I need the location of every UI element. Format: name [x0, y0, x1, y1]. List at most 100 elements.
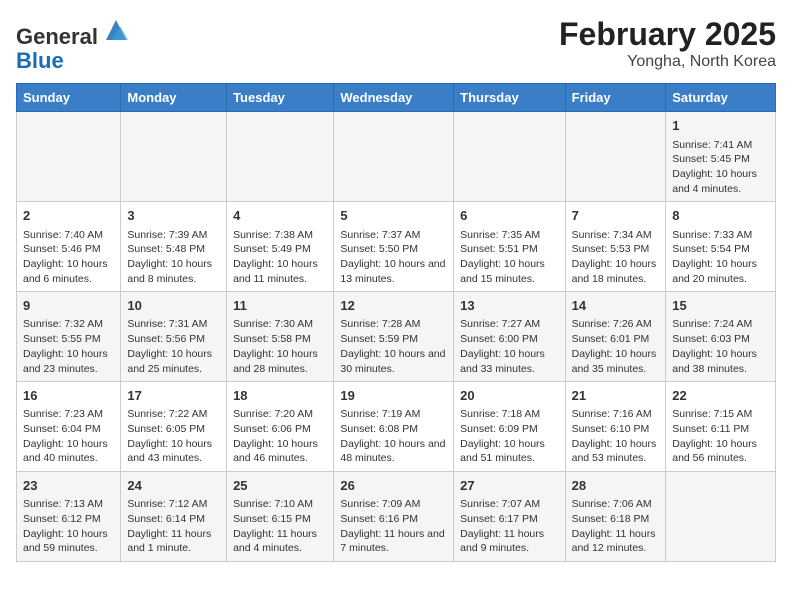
day-info: Sunrise: 7:20 AM Sunset: 6:06 PM Dayligh… — [233, 407, 327, 466]
day-number: 28 — [572, 477, 660, 495]
day-info: Sunrise: 7:30 AM Sunset: 5:58 PM Dayligh… — [233, 317, 327, 376]
week-row-1: 1 Sunrise: 7:41 AM Sunset: 5:45 PM Daylig… — [17, 112, 776, 202]
header-row: SundayMondayTuesdayWednesdayThursdayFrid… — [17, 84, 776, 112]
day-number: 2 — [23, 207, 114, 225]
page-header: General Blue February 2025 Yongha, North… — [16, 16, 776, 73]
header-wednesday: Wednesday — [334, 84, 454, 112]
title-area: February 2025 Yongha, North Korea — [559, 16, 776, 71]
calendar-cell: 2 Sunrise: 7:40 AM Sunset: 5:46 PM Daylig… — [17, 202, 121, 292]
calendar-cell: 6 Sunrise: 7:35 AM Sunset: 5:51 PM Daylig… — [454, 202, 565, 292]
day-info: Sunrise: 7:31 AM Sunset: 5:56 PM Dayligh… — [127, 317, 220, 376]
day-number: 22 — [672, 387, 769, 405]
calendar-cell: 19 Sunrise: 7:19 AM Sunset: 6:08 PM Dayli… — [334, 382, 454, 472]
day-number: 16 — [23, 387, 114, 405]
day-number: 8 — [672, 207, 769, 225]
day-info: Sunrise: 7:23 AM Sunset: 6:04 PM Dayligh… — [23, 407, 114, 466]
day-info: Sunrise: 7:07 AM Sunset: 6:17 PM Dayligh… — [460, 497, 558, 556]
calendar-cell: 13 Sunrise: 7:27 AM Sunset: 6:00 PM Dayli… — [454, 292, 565, 382]
calendar-cell: 18 Sunrise: 7:20 AM Sunset: 6:06 PM Dayli… — [227, 382, 334, 472]
calendar-cell: 22 Sunrise: 7:15 AM Sunset: 6:11 PM Dayli… — [666, 382, 776, 472]
calendar-table: SundayMondayTuesdayWednesdayThursdayFrid… — [16, 83, 776, 562]
calendar-cell: 25 Sunrise: 7:10 AM Sunset: 6:15 PM Dayli… — [227, 472, 334, 562]
calendar-cell: 23 Sunrise: 7:13 AM Sunset: 6:12 PM Dayli… — [17, 472, 121, 562]
day-info: Sunrise: 7:26 AM Sunset: 6:01 PM Dayligh… — [572, 317, 660, 376]
day-number: 19 — [340, 387, 447, 405]
calendar-cell — [565, 112, 666, 202]
calendar-cell: 27 Sunrise: 7:07 AM Sunset: 6:17 PM Dayli… — [454, 472, 565, 562]
calendar-cell: 10 Sunrise: 7:31 AM Sunset: 5:56 PM Dayli… — [121, 292, 227, 382]
day-number: 5 — [340, 207, 447, 225]
calendar-cell: 7 Sunrise: 7:34 AM Sunset: 5:53 PM Daylig… — [565, 202, 666, 292]
header-tuesday: Tuesday — [227, 84, 334, 112]
day-number: 3 — [127, 207, 220, 225]
calendar-cell: 17 Sunrise: 7:22 AM Sunset: 6:05 PM Dayli… — [121, 382, 227, 472]
day-number: 1 — [672, 117, 769, 135]
logo: General Blue — [16, 16, 130, 73]
calendar-cell: 5 Sunrise: 7:37 AM Sunset: 5:50 PM Daylig… — [334, 202, 454, 292]
day-info: Sunrise: 7:41 AM Sunset: 5:45 PM Dayligh… — [672, 138, 769, 197]
week-row-4: 16 Sunrise: 7:23 AM Sunset: 6:04 PM Dayli… — [17, 382, 776, 472]
calendar-cell — [17, 112, 121, 202]
logo-general: General — [16, 24, 98, 49]
logo-icon — [102, 16, 130, 44]
day-number: 13 — [460, 297, 558, 315]
week-row-2: 2 Sunrise: 7:40 AM Sunset: 5:46 PM Daylig… — [17, 202, 776, 292]
day-info: Sunrise: 7:27 AM Sunset: 6:00 PM Dayligh… — [460, 317, 558, 376]
day-info: Sunrise: 7:33 AM Sunset: 5:54 PM Dayligh… — [672, 228, 769, 287]
calendar-cell: 12 Sunrise: 7:28 AM Sunset: 5:59 PM Dayli… — [334, 292, 454, 382]
calendar-cell: 26 Sunrise: 7:09 AM Sunset: 6:16 PM Dayli… — [334, 472, 454, 562]
day-info: Sunrise: 7:40 AM Sunset: 5:46 PM Dayligh… — [23, 228, 114, 287]
calendar-cell: 8 Sunrise: 7:33 AM Sunset: 5:54 PM Daylig… — [666, 202, 776, 292]
week-row-3: 9Sunrise: 7:32 AM Sunset: 5:55 PM Daylig… — [17, 292, 776, 382]
subtitle: Yongha, North Korea — [559, 53, 776, 71]
day-number: 25 — [233, 477, 327, 495]
day-number: 4 — [233, 207, 327, 225]
day-info: Sunrise: 7:37 AM Sunset: 5:50 PM Dayligh… — [340, 228, 447, 287]
day-info: Sunrise: 7:18 AM Sunset: 6:09 PM Dayligh… — [460, 407, 558, 466]
day-number: 23 — [23, 477, 114, 495]
day-info: Sunrise: 7:32 AM Sunset: 5:55 PM Dayligh… — [23, 317, 114, 376]
week-row-5: 23 Sunrise: 7:13 AM Sunset: 6:12 PM Dayli… — [17, 472, 776, 562]
calendar-cell: 4 Sunrise: 7:38 AM Sunset: 5:49 PM Daylig… — [227, 202, 334, 292]
calendar-cell — [666, 472, 776, 562]
day-info: Sunrise: 7:24 AM Sunset: 6:03 PM Dayligh… — [672, 317, 769, 376]
day-info: Sunrise: 7:28 AM Sunset: 5:59 PM Dayligh… — [340, 317, 447, 376]
day-info: Sunrise: 7:22 AM Sunset: 6:05 PM Dayligh… — [127, 407, 220, 466]
day-info: Sunrise: 7:19 AM Sunset: 6:08 PM Dayligh… — [340, 407, 447, 466]
day-number: 17 — [127, 387, 220, 405]
day-number: 21 — [572, 387, 660, 405]
day-number: 14 — [572, 297, 660, 315]
header-thursday: Thursday — [454, 84, 565, 112]
day-number: 15 — [672, 297, 769, 315]
day-info: Sunrise: 7:10 AM Sunset: 6:15 PM Dayligh… — [233, 497, 327, 556]
day-number: 26 — [340, 477, 447, 495]
day-number: 6 — [460, 207, 558, 225]
calendar-cell: 20 Sunrise: 7:18 AM Sunset: 6:09 PM Dayli… — [454, 382, 565, 472]
day-info: Sunrise: 7:16 AM Sunset: 6:10 PM Dayligh… — [572, 407, 660, 466]
day-info: Sunrise: 7:38 AM Sunset: 5:49 PM Dayligh… — [233, 228, 327, 287]
calendar-cell: 9Sunrise: 7:32 AM Sunset: 5:55 PM Daylig… — [17, 292, 121, 382]
calendar-cell: 21 Sunrise: 7:16 AM Sunset: 6:10 PM Dayli… — [565, 382, 666, 472]
calendar-cell: 1 Sunrise: 7:41 AM Sunset: 5:45 PM Daylig… — [666, 112, 776, 202]
day-number: 10 — [127, 297, 220, 315]
logo-blue: Blue — [16, 48, 64, 73]
day-number: 24 — [127, 477, 220, 495]
day-info: Sunrise: 7:13 AM Sunset: 6:12 PM Dayligh… — [23, 497, 114, 556]
day-number: 12 — [340, 297, 447, 315]
header-friday: Friday — [565, 84, 666, 112]
day-number: 18 — [233, 387, 327, 405]
day-info: Sunrise: 7:35 AM Sunset: 5:51 PM Dayligh… — [460, 228, 558, 287]
day-number: 20 — [460, 387, 558, 405]
calendar-cell — [121, 112, 227, 202]
calendar-cell — [227, 112, 334, 202]
day-info: Sunrise: 7:06 AM Sunset: 6:18 PM Dayligh… — [572, 497, 660, 556]
calendar-cell: 28 Sunrise: 7:06 AM Sunset: 6:18 PM Dayli… — [565, 472, 666, 562]
header-saturday: Saturday — [666, 84, 776, 112]
day-info: Sunrise: 7:34 AM Sunset: 5:53 PM Dayligh… — [572, 228, 660, 287]
day-number: 7 — [572, 207, 660, 225]
day-number: 27 — [460, 477, 558, 495]
day-info: Sunrise: 7:15 AM Sunset: 6:11 PM Dayligh… — [672, 407, 769, 466]
calendar-cell: 14 Sunrise: 7:26 AM Sunset: 6:01 PM Dayli… — [565, 292, 666, 382]
day-number: 11 — [233, 297, 327, 315]
day-info: Sunrise: 7:09 AM Sunset: 6:16 PM Dayligh… — [340, 497, 447, 556]
